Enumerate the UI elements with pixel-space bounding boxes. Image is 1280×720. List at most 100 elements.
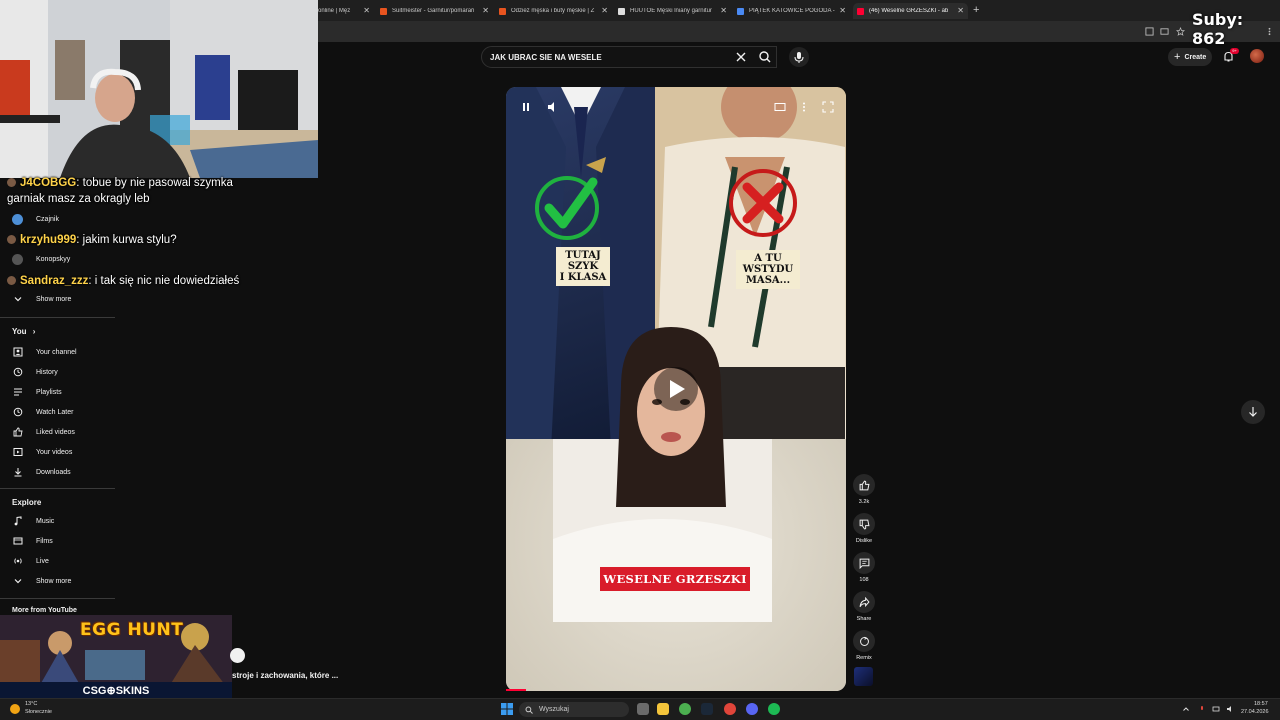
- search-button[interactable]: [756, 48, 774, 66]
- volume-icon[interactable]: [1226, 705, 1234, 713]
- captions-icon[interactable]: [774, 101, 786, 113]
- presenter-head: [616, 327, 726, 507]
- caption-line: WSTYDU: [742, 264, 794, 275]
- sidebar-item-films[interactable]: Films: [0, 532, 115, 550]
- play-button[interactable]: [654, 367, 698, 411]
- steam-icon[interactable]: [701, 703, 713, 715]
- comments-button[interactable]: 108: [851, 552, 877, 583]
- clock-time: 18:57: [1254, 701, 1268, 707]
- sidebar-item-liked-videos[interactable]: Liked videos: [0, 423, 115, 441]
- sidebar-item-playlists[interactable]: Playlists: [0, 383, 115, 401]
- app-icon[interactable]: [724, 703, 736, 715]
- dislike-button[interactable]: Dislike: [851, 513, 877, 544]
- browser-tab[interactable]: PIĄTEK KATOWICE POGODA - G ✕: [737, 3, 846, 19]
- more-options-icon[interactable]: [798, 101, 810, 113]
- clear-search-icon[interactable]: [736, 52, 746, 62]
- discord-icon[interactable]: [746, 703, 758, 715]
- browser-tab[interactable]: Odzież męska i buty męskie | Z ✕: [499, 3, 608, 19]
- browser-tab[interactable]: online | Męż ✕: [318, 3, 370, 19]
- sidebar-subscription-czajnik[interactable]: Czajnik: [0, 210, 115, 228]
- sidebar-item-history[interactable]: History: [0, 363, 115, 381]
- search-box: [481, 46, 777, 68]
- chat-text: jakim kurwa stylu?: [82, 234, 177, 246]
- search-input[interactable]: [490, 51, 730, 64]
- tray-chevron-up-icon[interactable]: [1182, 705, 1190, 713]
- caption-line: I KLASA: [559, 272, 607, 283]
- sidebar-item-label: History: [36, 368, 58, 376]
- close-icon[interactable]: ✕: [839, 6, 846, 15]
- browser-tab[interactable]: HUUTOE Męski lniany garnitur ✕: [618, 3, 727, 19]
- voice-search-button[interactable]: [789, 47, 809, 67]
- chat-badge-icon: [7, 235, 16, 244]
- show-more-label: Show more: [36, 295, 72, 303]
- live-icon: [12, 556, 23, 567]
- share-button[interactable]: Share: [851, 591, 877, 622]
- volume-icon[interactable]: [547, 101, 559, 113]
- microphone-icon: [794, 52, 804, 63]
- fullscreen-icon[interactable]: [822, 101, 834, 113]
- sound-thumbnail[interactable]: [854, 667, 873, 686]
- shorts-video-player[interactable]: TUTAJ SZYK I KLASA A TU WSTYDU MASA... W…: [506, 87, 846, 691]
- channel-avatar: [12, 213, 23, 225]
- chat-message: krzyhu999: jakim kurwa stylu?: [7, 232, 177, 248]
- tab-label: PIĄTEK KATOWICE POGODA - G: [749, 8, 835, 14]
- more-from-youtube-header: More from YouTube: [12, 607, 77, 614]
- sidebar-item-downloads[interactable]: Downloads: [0, 463, 115, 481]
- taskbar-search[interactable]: Wyszukaj: [519, 702, 629, 717]
- sidebar-item-label: Music: [36, 517, 55, 525]
- you-section-header[interactable]: You ›: [12, 327, 35, 336]
- comment-icon: [853, 552, 875, 574]
- translate-icon[interactable]: [1145, 27, 1154, 36]
- close-icon[interactable]: ✕: [482, 6, 489, 15]
- channel-avatar: [12, 253, 23, 265]
- your-videos-icon: [12, 447, 23, 458]
- remix-button[interactable]: Remix: [851, 630, 877, 661]
- notification-badge: 9+: [1230, 48, 1239, 54]
- create-button[interactable]: + Create: [1168, 48, 1212, 66]
- like-icon: [853, 474, 875, 496]
- caption-line: TUTAJ: [565, 250, 601, 261]
- microphone-icon[interactable]: [1198, 705, 1206, 713]
- sidebar-item-watch-later[interactable]: Watch Later: [0, 403, 115, 421]
- history-icon: [12, 367, 23, 378]
- chat-username: Sandraz_zzz: [20, 275, 89, 287]
- create-label: Create: [1184, 53, 1207, 61]
- windows-start-icon[interactable]: [501, 703, 513, 715]
- close-icon[interactable]: ✕: [720, 6, 727, 15]
- show-more-explore[interactable]: Show more: [0, 572, 115, 590]
- file-explorer-icon[interactable]: [657, 703, 669, 715]
- close-icon[interactable]: ✕: [601, 6, 608, 15]
- task-view-icon[interactable]: [637, 703, 649, 715]
- sponsor-ad-overlay: EGG HUNT CSG⊕SKINS: [0, 615, 232, 700]
- caption-right: A TU WSTYDU MASA...: [736, 250, 800, 289]
- close-icon[interactable]: ✕: [957, 6, 964, 15]
- search-icon: [525, 706, 533, 714]
- video-progress-bar[interactable]: [506, 689, 527, 691]
- arrow-down-icon: [1249, 407, 1257, 417]
- like-button[interactable]: 3.2k: [851, 474, 877, 505]
- chrome-icon[interactable]: [679, 703, 691, 715]
- browser-tab-active[interactable]: (46) Weselne GRZESZKI - ab ✕: [853, 3, 968, 19]
- films-icon: [12, 536, 23, 547]
- spotify-icon[interactable]: [768, 703, 780, 715]
- cast-icon[interactable]: [1160, 27, 1169, 36]
- sidebar-subscription-konopskyy[interactable]: Konopskyy: [0, 250, 115, 268]
- sidebar-item-music[interactable]: Music: [0, 512, 115, 530]
- overlay-toggle-button[interactable]: [230, 648, 245, 663]
- divider: [0, 598, 115, 599]
- chat-message: J4COBGG: tobue by nie pasowal szymka gar…: [7, 177, 233, 205]
- sidebar-item-your-channel[interactable]: Your channel: [0, 343, 115, 361]
- bookmark-star-icon[interactable]: [1175, 26, 1186, 36]
- new-tab-button[interactable]: +: [973, 4, 979, 16]
- sidebar-item-live[interactable]: Live: [0, 552, 115, 570]
- network-icon[interactable]: [1212, 705, 1220, 713]
- browser-tab[interactable]: Suitmeister - Garnitur/pomarań ✕: [380, 3, 489, 19]
- pause-icon[interactable]: [520, 101, 532, 113]
- next-video-button[interactable]: [1241, 400, 1265, 424]
- account-avatar[interactable]: [1250, 49, 1264, 63]
- show-more-subscriptions[interactable]: Show more: [0, 290, 115, 308]
- close-icon[interactable]: ✕: [363, 6, 370, 15]
- chat-username: J4COBGG: [20, 177, 77, 189]
- chat-text: tobue by nie pasowal szymka: [82, 177, 233, 189]
- sidebar-item-your-videos[interactable]: Your videos: [0, 443, 115, 461]
